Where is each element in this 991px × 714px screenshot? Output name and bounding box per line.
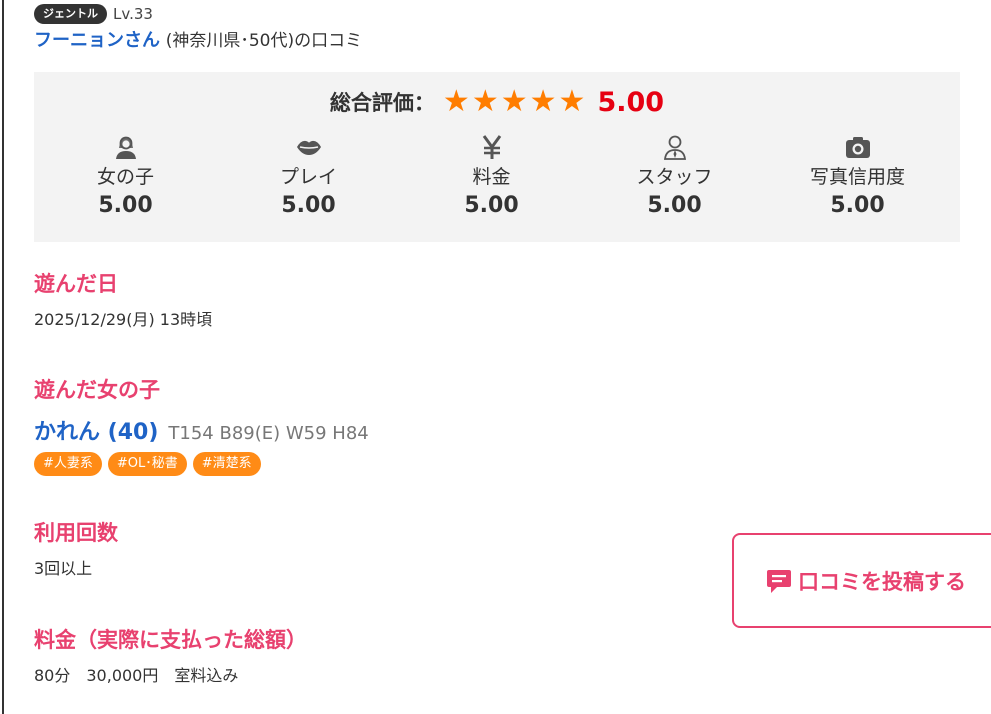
review-header: ジェントル Lv.33 フーニョンさん (神奈川県･50代)の口コミ: [34, 3, 362, 53]
category-play: プレイ 5.00: [217, 134, 400, 219]
girl-info-row: かれん (40) T154 B89(E) W59 H84: [34, 414, 369, 446]
girl-name-link[interactable]: かれん (40): [34, 414, 158, 446]
star-icon: ★: [558, 84, 586, 119]
camera-icon: [845, 137, 870, 158]
category-price: 料金 5.00: [400, 134, 583, 219]
category-score: 5.00: [98, 193, 153, 218]
yen-icon: [482, 135, 501, 159]
category-label: 写真信用度: [809, 166, 905, 188]
rank-badge: ジェントル: [34, 4, 107, 24]
category-ratings: 女の子 5.00 プレイ 5.00 料金 5.00 スタッフ 5.00 写真信用…: [34, 134, 960, 219]
usage-title: 利用回数: [34, 521, 118, 545]
woman-icon: [115, 136, 136, 159]
tag-chip[interactable]: #清楚系: [192, 452, 261, 476]
fee-row: 80分 30,000円 室料込み: [34, 665, 238, 687]
fee-note: 室料込み: [174, 666, 239, 685]
reviewer-line: フーニョンさん (神奈川県･50代)の口コミ: [34, 29, 362, 53]
fee-title: 料金（実際に支払った総額）: [34, 628, 307, 652]
star-icon: ★: [529, 84, 557, 119]
fee-amount: 30,000円: [86, 666, 159, 685]
comment-icon: [767, 569, 791, 593]
star-rating: ★ ★ ★ ★ ★: [443, 86, 586, 118]
girl-stats: T154 B89(E) W59 H84: [168, 423, 369, 444]
category-score: 5.00: [647, 193, 702, 218]
category-staff: スタッフ 5.00: [583, 134, 766, 219]
girl-tags: #人妻系 #OL･秘書 #清楚系: [34, 452, 261, 476]
overall-score: 5.00: [597, 86, 665, 118]
category-label: 料金: [472, 166, 511, 188]
level-label: Lv.33: [113, 5, 153, 23]
category-label: 女の子: [96, 166, 154, 188]
usage-value: 3回以上: [34, 559, 93, 578]
rank-row: ジェントル Lv.33: [34, 3, 362, 25]
staff-icon: [663, 135, 686, 160]
reviewer-info: (神奈川県･50代)の口コミ: [165, 31, 363, 51]
fee-duration: 80分: [34, 666, 71, 685]
category-photo: 写真信用度 5.00: [766, 134, 949, 219]
category-score: 5.00: [830, 193, 885, 218]
girl-section-title: 遊んだ女の子: [34, 378, 160, 402]
star-icon: ★: [500, 84, 528, 119]
overall-label: 総合評価：: [329, 91, 435, 115]
star-icon: ★: [471, 84, 499, 119]
overall-rating: 総合評価： ★ ★ ★ ★ ★ 5.00: [34, 86, 960, 118]
tag-chip[interactable]: #人妻系: [34, 452, 102, 476]
post-review-label: 口コミを投稿する: [798, 569, 966, 594]
category-score: 5.00: [281, 193, 336, 218]
category-score: 5.00: [464, 193, 519, 218]
lips-icon: [296, 140, 321, 155]
post-review-button[interactable]: 口コミを投稿する: [732, 533, 991, 628]
rating-summary: 総合評価： ★ ★ ★ ★ ★ 5.00 女の子 5.00 プレイ 5.00 料…: [34, 72, 960, 242]
reviewer-name-link[interactable]: フーニョンさん: [34, 30, 160, 51]
star-icon: ★: [442, 84, 470, 119]
visit-date-value: 2025/12/29(月) 13時頃: [34, 310, 213, 329]
tag-chip[interactable]: #OL･秘書: [107, 452, 187, 476]
visit-date-title: 遊んだ日: [34, 272, 118, 296]
category-label: プレイ: [279, 166, 337, 188]
category-label: スタッフ: [636, 166, 713, 188]
category-girl: 女の子 5.00: [34, 134, 217, 219]
